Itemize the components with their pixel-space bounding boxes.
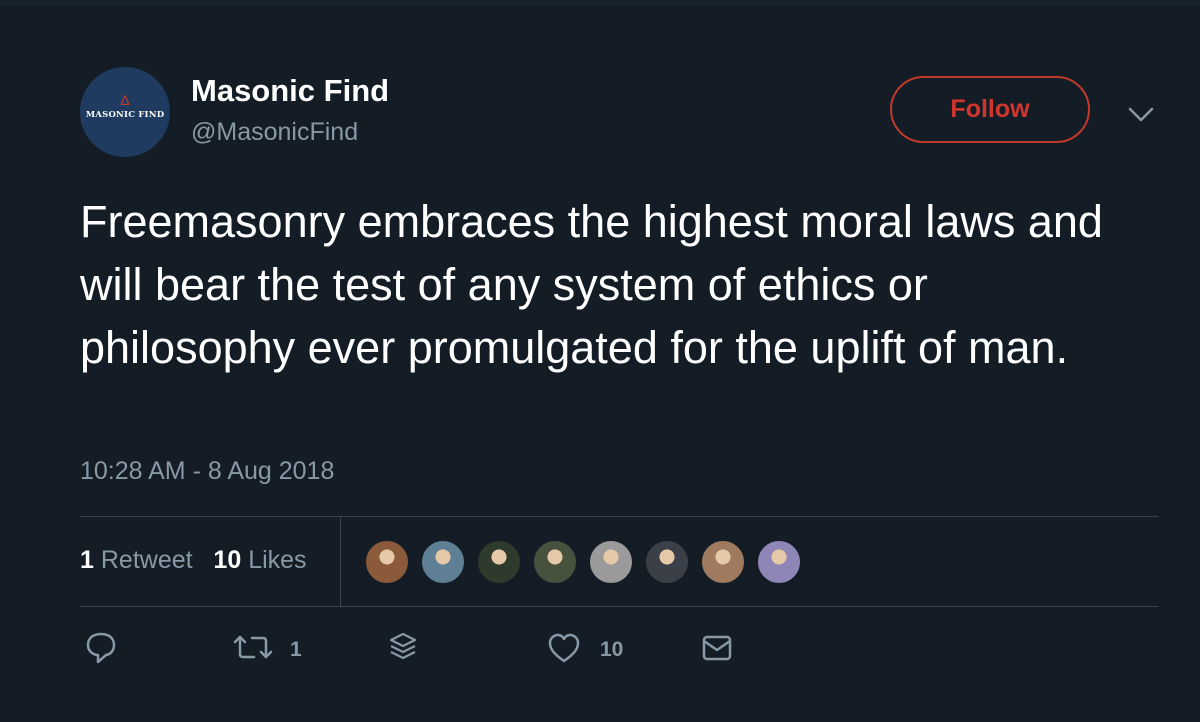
likes-count: 10 [213,546,242,574]
chevron-down-icon[interactable] [1126,102,1156,126]
retweet-stat[interactable]: 1 Retweet [80,546,193,574]
heart-icon[interactable] [546,628,582,668]
engagement-stats: 1 Retweet 10 Likes [80,546,307,575]
liker-avatar[interactable] [588,539,634,585]
liker-avatar[interactable] [756,539,802,585]
tweet-actions: 1 10 [0,628,1200,672]
stack-icon[interactable] [386,628,420,668]
retweet-icon[interactable] [230,628,278,668]
divider [80,516,1158,517]
tweet-timestamp[interactable]: 10:28 AM - 8 Aug 2018 [80,457,334,486]
retweet-action-count: 1 [290,638,302,661]
like-action-count: 10 [600,638,624,661]
liker-avatar[interactable] [364,539,410,585]
stats-divider [340,517,341,606]
liker-avatar[interactable] [700,539,746,585]
liker-avatar[interactable] [420,539,466,585]
follow-button[interactable]: Follow [890,76,1090,143]
top-edge [0,0,1200,6]
liker-avatar[interactable] [476,539,522,585]
avatar[interactable]: ∆ MASONIC FIND [80,67,170,157]
divider [80,606,1158,607]
tweet-text: Freemasonry embraces the highest moral l… [80,196,1103,373]
retweet-label: Retweet [100,546,193,574]
author-name[interactable]: Masonic Find [191,73,389,109]
author-handle[interactable]: @MasonicFind [191,118,358,147]
liker-avatar[interactable] [532,539,578,585]
liker-avatar[interactable] [644,539,690,585]
likes-label: Likes [248,546,307,574]
avatar-logo-text: MASONIC FIND [85,110,165,120]
likes-stat[interactable]: 10 Likes [213,546,306,574]
reply-icon[interactable] [84,628,118,668]
mail-icon[interactable] [700,628,734,668]
square-compass-icon: ∆ [120,92,130,108]
retweet-count: 1 [80,546,94,574]
